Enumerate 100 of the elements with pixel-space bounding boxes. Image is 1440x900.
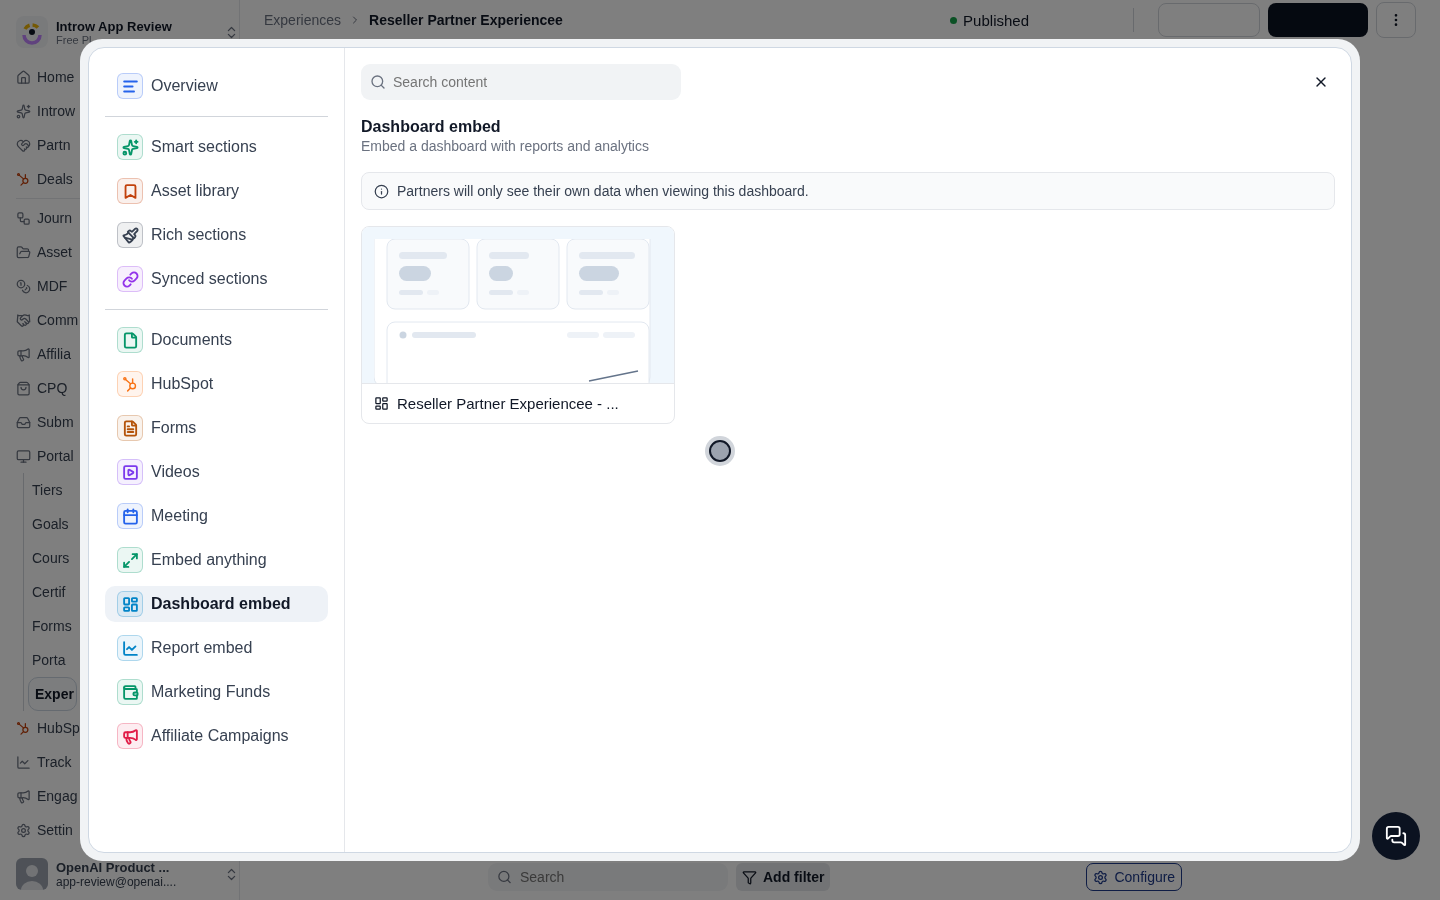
add-filter-button[interactable]: Add filter — [736, 863, 831, 891]
sidebar-item[interactable]: Asset — [16, 235, 72, 269]
folder-icon — [16, 244, 31, 260]
sidebar-subitem[interactable]: Certif — [28, 575, 66, 609]
sidebar-subitem[interactable]: Goals — [28, 507, 69, 541]
dashboard-card[interactable]: Reseller Partner Experiencee - ... — [361, 226, 675, 424]
info-icon — [374, 183, 389, 199]
section-title: Dashboard embed — [361, 118, 502, 136]
section-subtitle: Embed a dashboard with reports and analytics — [361, 138, 650, 154]
dashboard-icon — [374, 396, 389, 411]
sidebar-subitem[interactable]: Cours — [28, 541, 70, 575]
breadcrumb-link[interactable]: Experiences — [264, 12, 342, 28]
nav-item[interactable]: Videos — [105, 454, 328, 490]
nav-item[interactable]: Overview — [105, 68, 328, 104]
sidebar-label: Track — [37, 754, 72, 770]
sidebar-label: Engag — [37, 788, 78, 804]
nav-item[interactable]: Asset library — [105, 173, 328, 209]
sidebar-item[interactable]: Track — [16, 745, 72, 779]
nav-label: Synced sections — [151, 270, 268, 288]
sidebar-item[interactable]: MDF — [16, 269, 68, 303]
card-title: Reseller Partner Experiencee - ... — [397, 395, 619, 412]
monitor-icon — [16, 448, 31, 464]
sidebar-item[interactable]: Subm — [16, 405, 74, 439]
bag-icon — [16, 380, 31, 396]
sidebar-item[interactable]: Portal — [16, 439, 74, 473]
nav-item[interactable]: Dashboard embed — [105, 586, 328, 622]
workflow-icon — [16, 210, 31, 226]
nav-item[interactable]: Synced sections — [105, 261, 328, 297]
status-label: Published — [950, 11, 1029, 29]
spinner-icon — [705, 436, 735, 466]
nav-item[interactable]: Affiliate Campaigns — [105, 718, 328, 754]
sidebar-label: Home — [37, 69, 75, 85]
nav-item[interactable]: Rich sections — [105, 217, 328, 253]
sidebar-label: Partn — [37, 137, 71, 153]
sidebar-item[interactable]: Affilia — [16, 337, 71, 371]
search-icon — [370, 74, 386, 90]
nav-label: Affiliate Campaigns — [151, 727, 289, 745]
sidebar-item[interactable]: Home — [16, 60, 75, 94]
chat-icon — [1385, 825, 1407, 847]
sidebar-item[interactable]: Journ — [16, 201, 73, 235]
nav-item[interactable]: Marketing Funds — [105, 674, 328, 710]
chat-button[interactable] — [1372, 812, 1420, 860]
sidebar-label: Portal — [37, 448, 74, 464]
nav-label: Smart sections — [151, 138, 257, 156]
breadcrumb-current: Reseller Partner Experiencee — [369, 12, 563, 28]
sidebar-label: Journ — [37, 210, 73, 226]
sidebar-label: Comm — [37, 312, 79, 328]
nav-item[interactable]: HubSpot — [105, 366, 328, 402]
sidebar-subitem[interactable]: Forms — [28, 609, 72, 643]
settings-icon — [16, 822, 31, 838]
hub-icon — [16, 720, 31, 736]
nav-label: Marketing Funds — [151, 683, 271, 701]
sidebar-item[interactable]: Settin — [16, 813, 73, 847]
inbox-icon — [16, 414, 31, 430]
handshake-icon — [16, 312, 31, 328]
sidebar-subitem[interactable]: Porta — [28, 643, 66, 677]
notice-text: Partners will only see their own data when viewing this dashboard. — [397, 183, 809, 199]
sidebar-label: Subm — [37, 414, 74, 430]
more-button[interactable] — [1376, 2, 1416, 38]
nav-label: Documents — [151, 331, 232, 349]
primary-button[interactable] — [1268, 3, 1368, 37]
nav-label: Asset library — [151, 182, 240, 200]
funnel-icon — [742, 869, 757, 885]
sidebar-item[interactable]: Partn — [16, 128, 71, 162]
sidebar-label: Settin — [37, 822, 73, 838]
user-email: app-review@openai.... — [56, 874, 178, 889]
workspace-plan: Free Pl — [56, 33, 93, 46]
workspace-name: Introw App Review — [56, 18, 173, 34]
sidebar-item[interactable]: CPQ — [16, 371, 68, 405]
nav-item[interactable]: Report embed — [105, 630, 328, 666]
user-name: OpenAI Product ... — [56, 859, 171, 875]
sidebar-label: HubSp — [37, 720, 80, 736]
nav-item[interactable]: Smart sections — [105, 129, 328, 165]
search-field[interactable]: Search — [488, 863, 728, 891]
nav-label: Videos — [151, 463, 200, 481]
nav-label: Embed anything — [151, 551, 267, 569]
sidebar-item[interactable]: Introw — [16, 94, 76, 128]
megaphone-icon — [16, 788, 31, 804]
nav-item[interactable]: Embed anything — [105, 542, 328, 578]
sidebar-label: Affilia — [37, 346, 71, 362]
search-icon — [497, 869, 512, 885]
nav-label: HubSpot — [151, 375, 214, 393]
nav-label: Overview — [151, 77, 218, 95]
sidebar-item[interactable]: Deals — [16, 162, 73, 196]
nav-item[interactable]: Forms — [105, 410, 328, 446]
search-field[interactable]: Search content — [361, 64, 681, 100]
sidebar-label: Deals — [37, 171, 73, 187]
nav-label: Rich sections — [151, 226, 247, 244]
sidebar-subitem[interactable]: Tiers — [28, 473, 63, 507]
configure-button[interactable]: Configure — [1086, 863, 1183, 891]
hub-icon — [16, 171, 31, 187]
sidebar-item[interactable]: Engag — [16, 779, 78, 813]
nav-item[interactable]: Documents — [105, 322, 328, 358]
sidebar-subitem[interactable]: Exper — [28, 677, 77, 711]
sidebar-item[interactable]: HubSp — [16, 711, 80, 745]
sidebar-item[interactable]: Comm — [16, 303, 79, 337]
nav-label: Meeting — [151, 507, 208, 525]
avatar — [16, 858, 48, 890]
nav-item[interactable]: Meeting — [105, 498, 328, 534]
chart-icon — [16, 754, 31, 770]
